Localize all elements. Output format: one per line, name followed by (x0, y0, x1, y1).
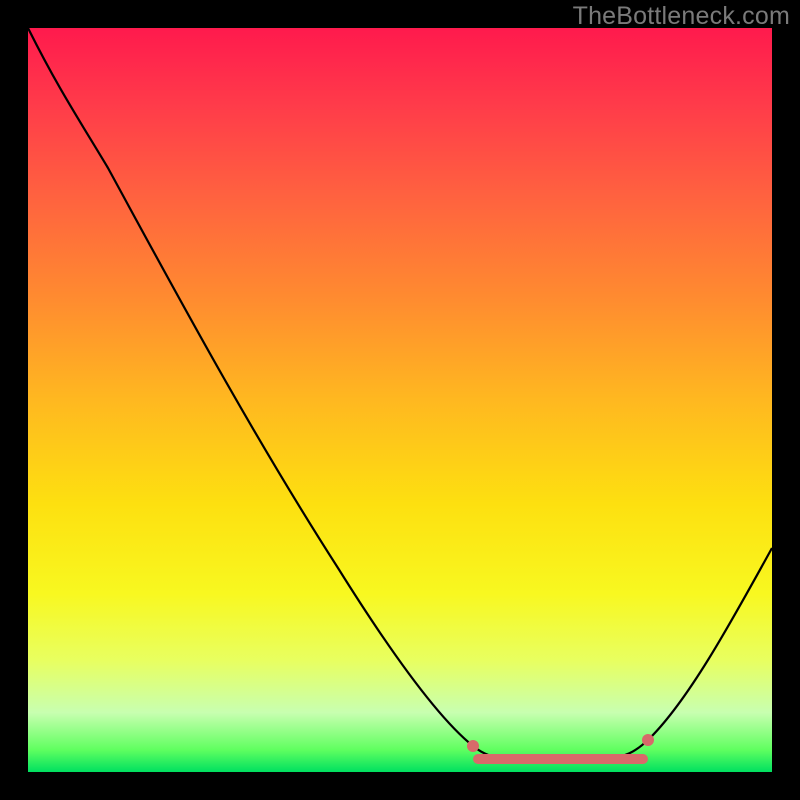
flat-bottom-marker (473, 754, 648, 764)
watermark-text: TheBottleneck.com (573, 2, 790, 31)
bottleneck-curve (28, 28, 772, 758)
marker-dot-left (467, 740, 479, 752)
chart-frame (28, 28, 772, 772)
chart-svg (28, 28, 772, 772)
plot-area (28, 28, 772, 772)
marker-dot-right (642, 734, 654, 746)
